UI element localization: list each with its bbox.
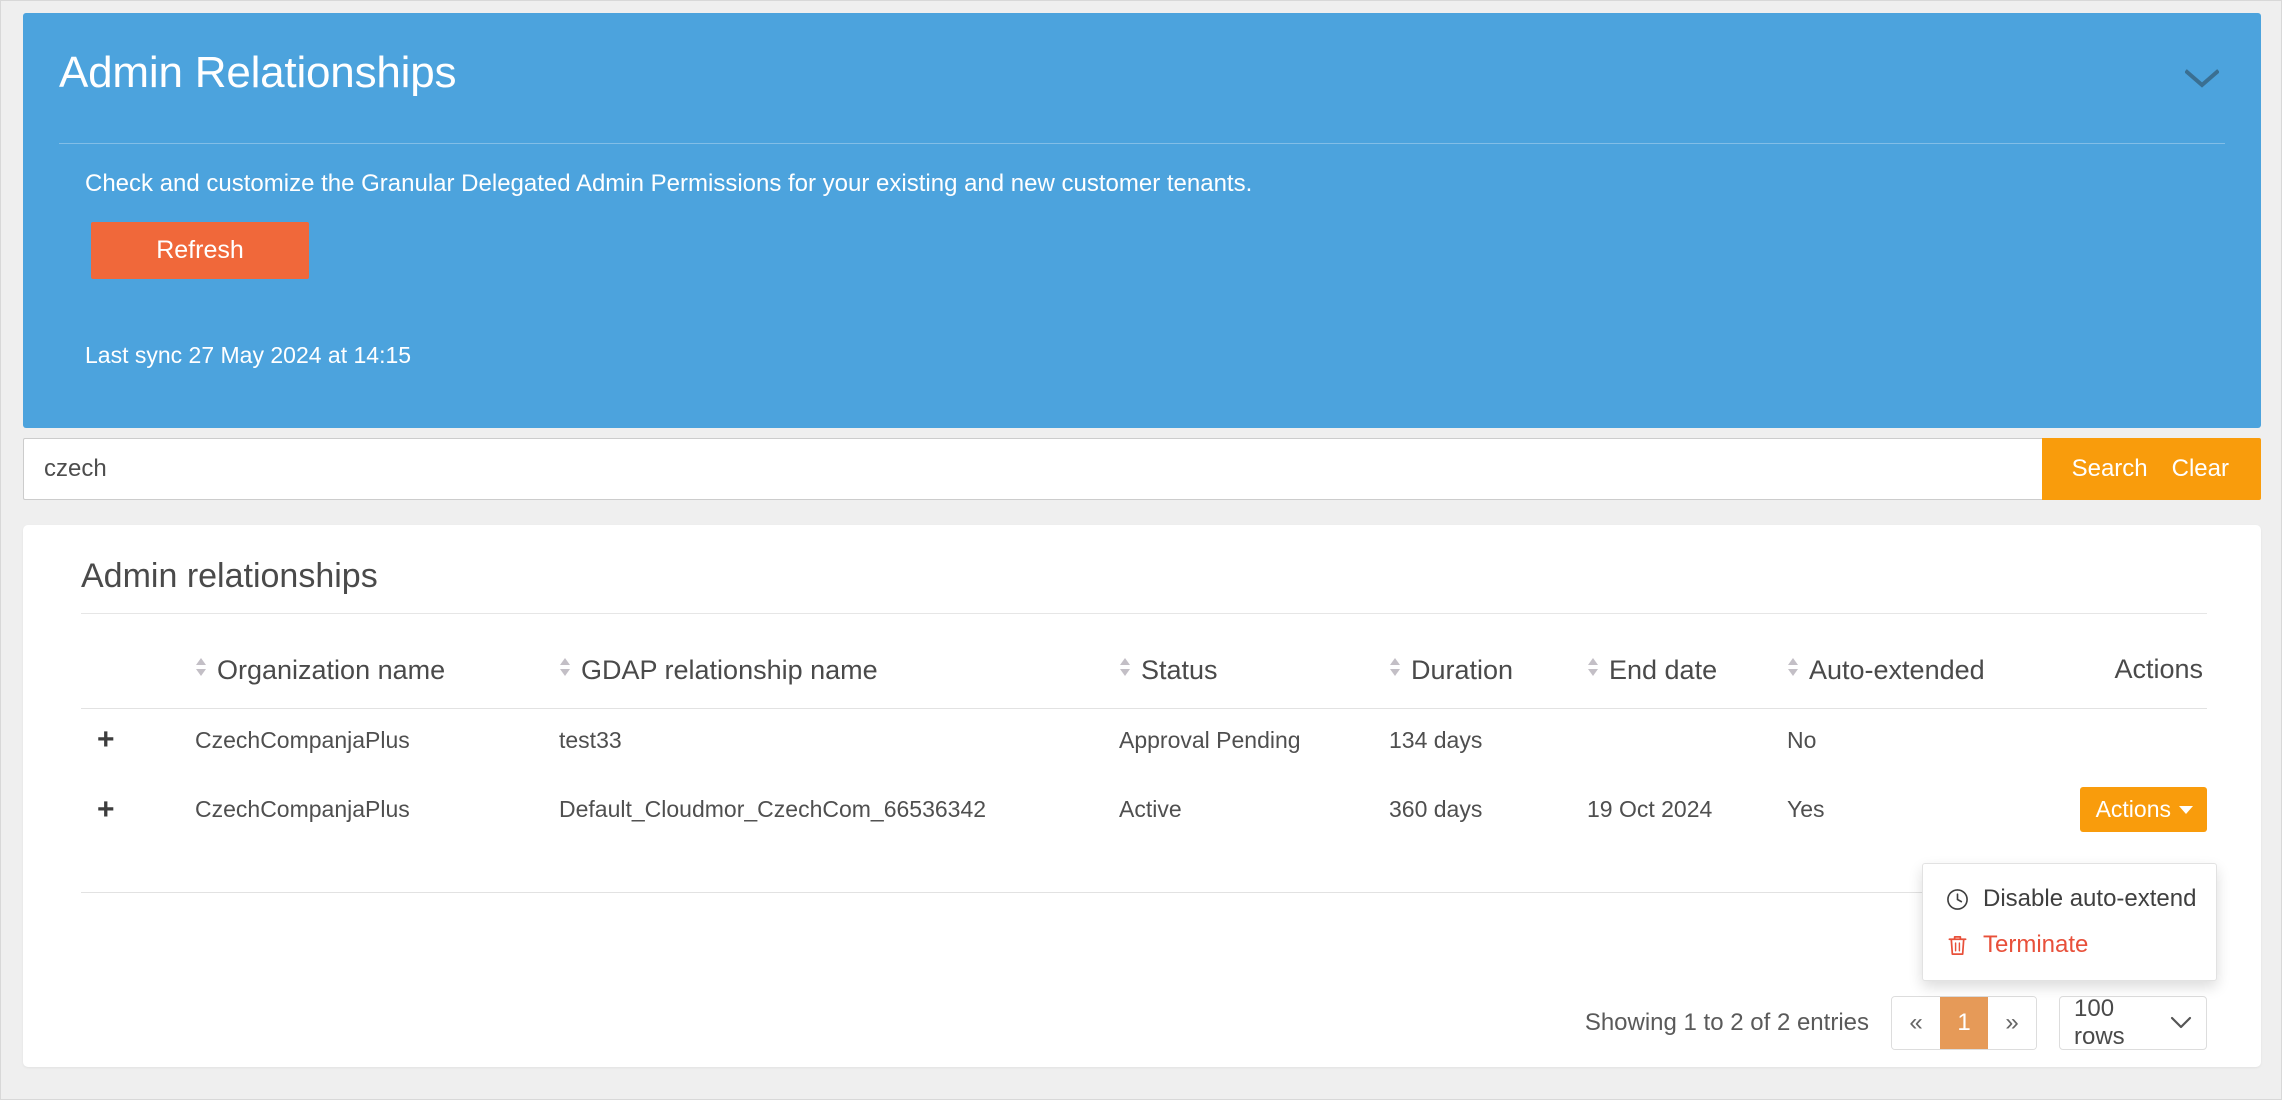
menu-item-label: Terminate	[1983, 931, 2089, 958]
page-root: Admin Relationships Check and customize …	[0, 0, 2282, 1100]
panel-collapse-toggle[interactable]	[2179, 59, 2225, 99]
table-row: + CzechCompanjaPlus Default_Cloudmor_Cze…	[81, 771, 2207, 893]
cell-organization-name: CzechCompanjaPlus	[195, 726, 410, 753]
rows-per-page-select[interactable]: 100 rows	[2059, 995, 2207, 1050]
table-title: Admin relationships	[81, 557, 378, 595]
actions-button-label: Actions	[2095, 796, 2171, 822]
panel-description: Check and customize the Granular Delegat…	[85, 170, 1253, 197]
admin-relationships-panel: Admin Relationships Check and customize …	[23, 13, 2261, 428]
search-button[interactable]: Search	[2041, 438, 2160, 500]
row-expand-cell: +	[81, 771, 195, 893]
pagination-first[interactable]: «	[1892, 997, 1940, 1049]
cell-end-date: 19 Oct 2024	[1587, 771, 1787, 893]
admin-relationships-table: Organization name GDAP relationship name	[81, 645, 2207, 893]
chevron-down-icon	[2185, 69, 2219, 89]
column-header-label: End date	[1609, 655, 1718, 685]
refresh-button[interactable]: Refresh	[91, 222, 309, 279]
entries-info: Showing 1 to 2 of 2 entries	[1584, 1009, 1869, 1036]
clock-icon	[1945, 887, 1969, 911]
panel-divider	[59, 143, 2225, 144]
cell-end-date	[1587, 709, 1787, 772]
rows-per-page-label: 100 rows	[2074, 995, 2125, 1050]
sort-icon	[559, 653, 575, 684]
column-header-label: Organization name	[217, 655, 446, 685]
column-header-label: Duration	[1411, 655, 1514, 685]
menu-item-terminate[interactable]: Terminate	[1923, 922, 2216, 968]
admin-relationships-card: Admin relationships Organization name GD…	[23, 525, 2261, 1067]
menu-item-label: Disable auto-extend	[1983, 885, 2197, 912]
column-header-organization-name[interactable]: Organization name	[195, 645, 559, 709]
sort-icon	[1587, 653, 1603, 684]
sort-icon	[1119, 653, 1135, 684]
last-sync-text: Last sync 27 May 2024 at 14:15	[85, 342, 412, 368]
chevron-down-icon	[2170, 1009, 2192, 1037]
caret-down-icon	[2179, 806, 2193, 814]
column-header-status[interactable]: Status	[1119, 645, 1389, 709]
sort-icon	[1389, 653, 1405, 684]
column-header-auto-extended[interactable]: Auto-extended	[1787, 645, 2065, 709]
column-header-label: Status	[1141, 655, 1218, 685]
sort-icon	[1787, 653, 1803, 684]
cell-status: Approval Pending	[1119, 726, 1301, 753]
sort-icon	[195, 653, 211, 684]
card-divider	[81, 613, 2207, 614]
column-header-end-date[interactable]: End date	[1587, 645, 1787, 709]
actions-dropdown-button[interactable]: Actions	[2079, 787, 2207, 832]
column-header-actions: Actions	[2065, 645, 2207, 709]
search-bar: Search Clear	[23, 438, 2261, 500]
expand-row-icon[interactable]: +	[81, 794, 115, 825]
page-title: Admin Relationships	[59, 48, 457, 97]
row-expand-cell: +	[81, 709, 195, 772]
pagination: « 1 »	[1891, 996, 2037, 1050]
column-header-duration[interactable]: Duration	[1389, 645, 1587, 709]
table-body: + CzechCompanjaPlus test33 Approval Pend…	[81, 709, 2207, 893]
column-header-expand	[81, 645, 195, 709]
column-header-gdap-relationship-name[interactable]: GDAP relationship name	[559, 645, 1119, 709]
cell-duration: 134 days	[1389, 726, 1483, 753]
clear-button[interactable]: Clear	[2159, 438, 2261, 500]
cell-gdap-relationship-name: Default_Cloudmor_CzechCom_66536342	[559, 771, 1119, 893]
cell-organization-name: CzechCompanjaPlus	[195, 771, 559, 893]
column-header-label: GDAP relationship name	[581, 655, 878, 685]
table-footer: Showing 1 to 2 of 2 entries « 1 » 100 ro…	[81, 995, 2207, 1051]
search-input[interactable]	[23, 438, 2042, 500]
table-head: Organization name GDAP relationship name	[81, 645, 2207, 709]
cell-gdap-relationship-name: test33	[559, 726, 622, 753]
cell-duration: 360 days	[1389, 771, 1587, 893]
expand-row-icon[interactable]: +	[81, 725, 115, 755]
table-header-row: Organization name GDAP relationship name	[81, 645, 2207, 709]
menu-item-disable-auto-extend[interactable]: Disable auto-extend	[1923, 876, 2216, 922]
cell-status: Active	[1119, 771, 1389, 893]
cell-auto-extended: No	[1787, 726, 1817, 753]
table-row: + CzechCompanjaPlus test33 Approval Pend…	[81, 709, 2207, 772]
actions-dropdown-menu: Disable auto-extend Terminate	[1922, 863, 2217, 981]
pagination-page-1[interactable]: 1	[1940, 997, 1988, 1049]
pagination-last[interactable]: »	[1988, 997, 2036, 1049]
column-header-label: Auto-extended	[1809, 655, 1985, 685]
trash-icon	[1945, 933, 1969, 957]
cell-actions	[2065, 709, 2207, 772]
